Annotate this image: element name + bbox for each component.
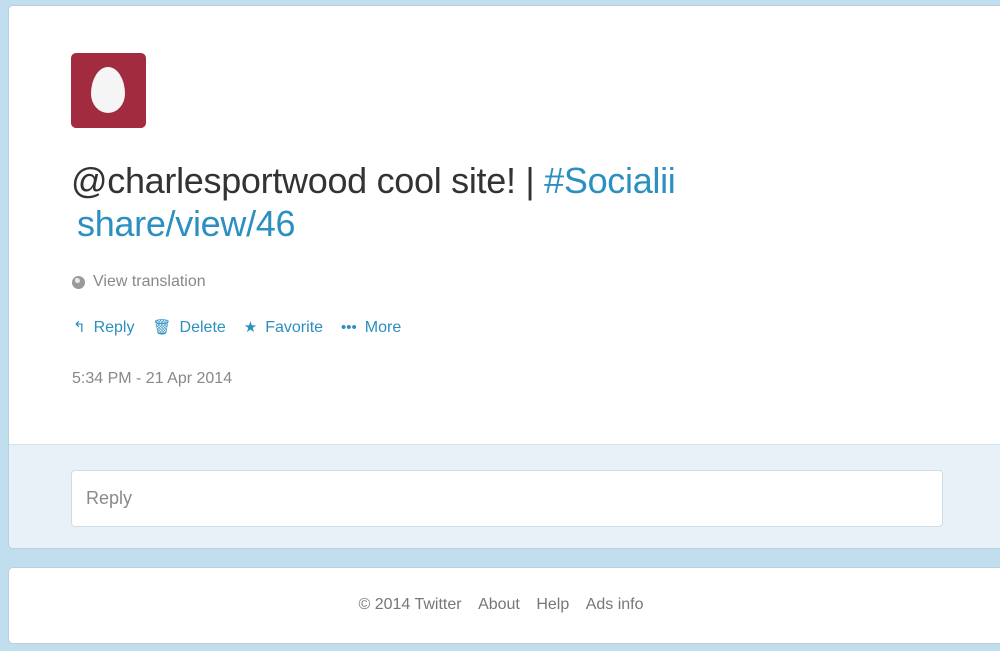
footer-about-link[interactable]: About — [478, 596, 520, 613]
view-translation-button[interactable]: View translation — [72, 273, 206, 291]
more-dots-icon: ••• — [341, 319, 357, 336]
tweet-url-link[interactable]: share/view/46 — [71, 203, 296, 244]
view-translation-label: View translation — [93, 273, 206, 290]
hashtag-link[interactable]: #Socialii — [544, 160, 676, 201]
footer-help-link[interactable]: Help — [536, 596, 569, 613]
footer-copyright: © 2014 Twitter — [358, 596, 462, 613]
tweet-card: @charlesportwood cool site! | #Socialii s… — [8, 5, 1000, 549]
delete-button[interactable]: 🗑 Delete — [152, 319, 225, 337]
tweet-timestamp[interactable]: 5:34 PM - 21 Apr 2014 — [72, 370, 232, 388]
egg-icon — [91, 67, 125, 113]
tweet-mention: @charlesportwood — [71, 160, 367, 201]
reply-icon: ↰ — [73, 319, 86, 336]
footer: © 2014 Twitter About Help Ads info — [8, 567, 1000, 644]
tweet-actions: ↰ Reply 🗑 Delete ★ Favorite ••• More — [73, 319, 419, 337]
more-label: More — [364, 319, 402, 336]
reply-button[interactable]: ↰ Reply — [73, 319, 134, 337]
globe-icon — [72, 275, 85, 289]
favorite-label: Favorite — [265, 319, 324, 336]
footer-links: © 2014 Twitter About Help Ads info — [9, 596, 993, 614]
tweet-text: @charlesportwood cool site! | #Socialii s… — [71, 159, 951, 245]
reply-area — [9, 444, 1000, 548]
reply-input[interactable] — [71, 470, 943, 527]
delete-label: Delete — [179, 319, 226, 336]
favorite-button[interactable]: ★ Favorite — [244, 319, 323, 337]
avatar[interactable] — [71, 53, 146, 128]
reply-label: Reply — [93, 319, 135, 336]
star-icon: ★ — [243, 319, 258, 336]
footer-ads-info-link[interactable]: Ads info — [586, 596, 644, 613]
tweet-body: cool site! | — [366, 160, 545, 201]
trash-icon: 🗑 — [152, 319, 172, 336]
more-button[interactable]: ••• More — [341, 319, 401, 337]
